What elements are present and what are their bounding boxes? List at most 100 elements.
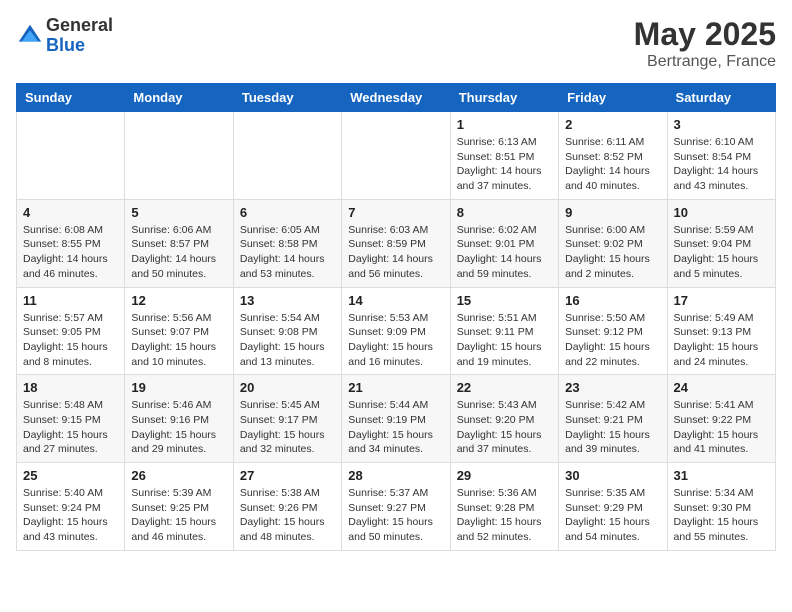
weekday-header-friday: Friday: [559, 84, 667, 112]
day-number: 29: [457, 468, 552, 483]
day-number: 9: [565, 205, 660, 220]
calendar-cell: 13 Sunrise: 5:54 AMSunset: 9:08 PMDayligh…: [233, 287, 341, 375]
weekday-header-sunday: Sunday: [17, 84, 125, 112]
calendar-cell: 2Sunrise: 6:11 AMSunset: 8:52 PMDaylight…: [559, 112, 667, 200]
day-number: 22: [457, 380, 552, 395]
calendar-cell: 11 Sunrise: 5:57 AMSunset: 9:05 PMDayligh…: [17, 287, 125, 375]
calendar-cell: 15Sunrise: 5:51 AMSunset: 9:11 PMDayligh…: [450, 287, 558, 375]
day-info: Sunrise: 5:48 AMSunset: 9:15 PMDaylight:…: [23, 398, 118, 457]
day-info: Sunrise: 5:38 AMSunset: 9:26 PMDaylight:…: [240, 486, 335, 545]
calendar-cell: 28 Sunrise: 5:37 AMSunset: 9:27 PMDayligh…: [342, 463, 450, 551]
day-info: Sunrise: 6:06 AMSunset: 8:57 PMDaylight:…: [131, 223, 226, 282]
day-number: 1: [457, 117, 552, 132]
day-number: 26: [131, 468, 226, 483]
day-info: Sunrise: 5:36 AMSunset: 9:28 PMDaylight:…: [457, 486, 552, 545]
day-info: Sunrise: 6:10 AMSunset: 8:54 PMDaylight:…: [674, 135, 769, 194]
day-number: 12: [131, 293, 226, 308]
day-info: Sunrise: 5:50 AMSunset: 9:12 PMDaylight:…: [565, 311, 660, 370]
calendar-cell: 18 Sunrise: 5:48 AMSunset: 9:15 PMDayligh…: [17, 375, 125, 463]
calendar-cell: 27 Sunrise: 5:38 AMSunset: 9:26 PMDayligh…: [233, 463, 341, 551]
calendar-cell: 8 Sunrise: 6:02 AMSunset: 9:01 PMDaylight…: [450, 199, 558, 287]
calendar-cell: 5 Sunrise: 6:06 AMSunset: 8:57 PMDaylight…: [125, 199, 233, 287]
day-info: Sunrise: 5:49 AMSunset: 9:13 PMDaylight:…: [674, 311, 769, 370]
logo-blue: Blue: [46, 36, 113, 56]
weekday-header-thursday: Thursday: [450, 84, 558, 112]
calendar-cell: 23 Sunrise: 5:42 AMSunset: 9:21 PMDayligh…: [559, 375, 667, 463]
day-info: Sunrise: 5:53 AMSunset: 9:09 PMDaylight:…: [348, 311, 443, 370]
day-number: 30: [565, 468, 660, 483]
calendar-cell: 22 Sunrise: 5:43 AMSunset: 9:20 PMDayligh…: [450, 375, 558, 463]
day-info: Sunrise: 5:40 AMSunset: 9:24 PMDaylight:…: [23, 486, 118, 545]
weekday-header-wednesday: Wednesday: [342, 84, 450, 112]
day-number: 6: [240, 205, 335, 220]
day-info: Sunrise: 5:43 AMSunset: 9:20 PMDaylight:…: [457, 398, 552, 457]
day-info: Sunrise: 6:08 AMSunset: 8:55 PMDaylight:…: [23, 223, 118, 282]
day-info: Sunrise: 5:35 AMSunset: 9:29 PMDaylight:…: [565, 486, 660, 545]
title-block: May 2025 Bertrange, France: [634, 16, 776, 71]
calendar-cell: 1 Sunrise: 6:13 AMSunset: 8:51 PMDaylight…: [450, 112, 558, 200]
day-number: 4: [23, 205, 118, 220]
calendar-cell: 12 Sunrise: 5:56 AMSunset: 9:07 PMDayligh…: [125, 287, 233, 375]
day-number: 13: [240, 293, 335, 308]
calendar-cell: 6 Sunrise: 6:05 AMSunset: 8:58 PMDaylight…: [233, 199, 341, 287]
logo: General Blue: [16, 16, 113, 56]
logo-general: General: [46, 16, 113, 36]
day-info: Sunrise: 5:42 AMSunset: 9:21 PMDaylight:…: [565, 398, 660, 457]
day-number: 19: [131, 380, 226, 395]
day-number: 11: [23, 293, 118, 308]
day-info: Sunrise: 5:59 AMSunset: 9:04 PMDaylight:…: [674, 223, 769, 282]
calendar-week-row: 1 Sunrise: 6:13 AMSunset: 8:51 PMDaylight…: [17, 112, 776, 200]
day-info: Sunrise: 6:13 AMSunset: 8:51 PMDaylight:…: [457, 135, 552, 194]
day-number: 27: [240, 468, 335, 483]
day-number: 14: [348, 293, 443, 308]
title-location: Bertrange, France: [634, 53, 776, 71]
day-number: 18: [23, 380, 118, 395]
calendar-cell: 4 Sunrise: 6:08 AMSunset: 8:55 PMDaylight…: [17, 199, 125, 287]
day-number: 7: [348, 205, 443, 220]
calendar-cell: 19 Sunrise: 5:46 AMSunset: 9:16 PMDayligh…: [125, 375, 233, 463]
day-number: 20: [240, 380, 335, 395]
calendar-cell: 17 Sunrise: 5:49 AMSunset: 9:13 PMDayligh…: [667, 287, 775, 375]
calendar-week-row: 11 Sunrise: 5:57 AMSunset: 9:05 PMDayligh…: [17, 287, 776, 375]
day-info: Sunrise: 5:45 AMSunset: 9:17 PMDaylight:…: [240, 398, 335, 457]
day-info: Sunrise: 5:46 AMSunset: 9:16 PMDaylight:…: [131, 398, 226, 457]
calendar-cell: [233, 112, 341, 200]
title-month: May 2025: [634, 16, 776, 53]
calendar-cell: 30 Sunrise: 5:35 AMSunset: 9:29 PMDayligh…: [559, 463, 667, 551]
calendar-cell: 7 Sunrise: 6:03 AMSunset: 8:59 PMDaylight…: [342, 199, 450, 287]
day-info: Sunrise: 5:57 AMSunset: 9:05 PMDaylight:…: [23, 311, 118, 370]
day-info: Sunrise: 5:54 AMSunset: 9:08 PMDaylight:…: [240, 311, 335, 370]
calendar-cell: 24Sunrise: 5:41 AMSunset: 9:22 PMDayligh…: [667, 375, 775, 463]
day-info: Sunrise: 6:03 AMSunset: 8:59 PMDaylight:…: [348, 223, 443, 282]
day-info: Sunrise: 6:05 AMSunset: 8:58 PMDaylight:…: [240, 223, 335, 282]
day-number: 17: [674, 293, 769, 308]
calendar-cell: 14 Sunrise: 5:53 AMSunset: 9:09 PMDayligh…: [342, 287, 450, 375]
calendar-week-row: 25 Sunrise: 5:40 AMSunset: 9:24 PMDayligh…: [17, 463, 776, 551]
day-info: Sunrise: 5:34 AMSunset: 9:30 PMDaylight:…: [674, 486, 769, 545]
day-number: 10: [674, 205, 769, 220]
calendar-cell: 20 Sunrise: 5:45 AMSunset: 9:17 PMDayligh…: [233, 375, 341, 463]
day-number: 23: [565, 380, 660, 395]
page-header: General Blue May 2025 Bertrange, France: [16, 16, 776, 71]
day-number: 8: [457, 205, 552, 220]
weekday-header-monday: Monday: [125, 84, 233, 112]
day-number: 16: [565, 293, 660, 308]
day-number: 5: [131, 205, 226, 220]
calendar-cell: 29 Sunrise: 5:36 AMSunset: 9:28 PMDayligh…: [450, 463, 558, 551]
calendar-cell: 16 Sunrise: 5:50 AMSunset: 9:12 PMDayligh…: [559, 287, 667, 375]
calendar-week-row: 18 Sunrise: 5:48 AMSunset: 9:15 PMDayligh…: [17, 375, 776, 463]
day-number: 21: [348, 380, 443, 395]
calendar-cell: 26 Sunrise: 5:39 AMSunset: 9:25 PMDayligh…: [125, 463, 233, 551]
day-number: 25: [23, 468, 118, 483]
day-info: Sunrise: 6:02 AMSunset: 9:01 PMDaylight:…: [457, 223, 552, 282]
day-number: 3: [674, 117, 769, 132]
logo-icon: [16, 22, 44, 50]
day-number: 2: [565, 117, 660, 132]
day-info: Sunrise: 5:56 AMSunset: 9:07 PMDaylight:…: [131, 311, 226, 370]
day-number: 28: [348, 468, 443, 483]
day-info: Sunrise: 5:39 AMSunset: 9:25 PMDaylight:…: [131, 486, 226, 545]
day-info: Sunrise: 5:51 AMSunset: 9:11 PMDaylight:…: [457, 311, 552, 370]
weekday-header-row: SundayMondayTuesdayWednesdayThursdayFrid…: [17, 84, 776, 112]
calendar-cell: 3 Sunrise: 6:10 AMSunset: 8:54 PMDaylight…: [667, 112, 775, 200]
day-info: Sunrise: 5:37 AMSunset: 9:27 PMDaylight:…: [348, 486, 443, 545]
